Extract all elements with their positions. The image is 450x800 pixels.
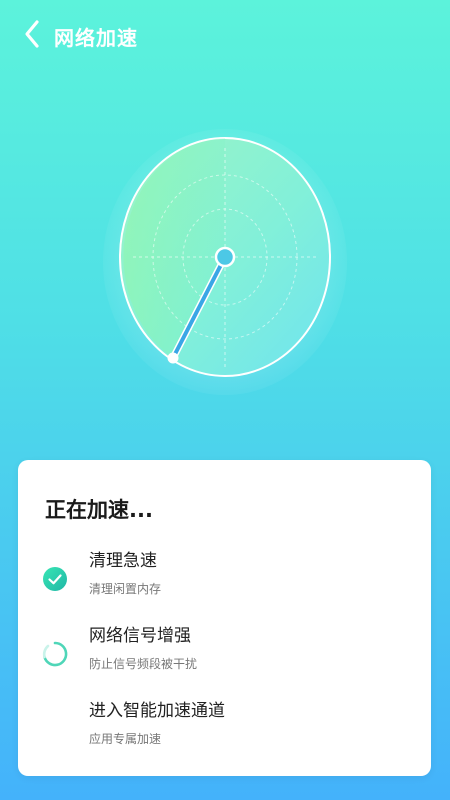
chevron-left-icon (25, 20, 39, 48)
step-title: 进入智能加速通道 (89, 701, 225, 721)
acceleration-card: 正在加速... 清理急速 清理闲置内存 网络信号增强 防止信号频段被干扰 进入智… (18, 460, 431, 776)
loading-spinner-icon (42, 641, 68, 667)
step-title: 网络信号增强 (89, 626, 191, 646)
page-title: 网络加速 (54, 26, 138, 50)
radar-graphic (103, 129, 347, 395)
step-item: 进入智能加速通道 应用专属加速 (18, 696, 431, 756)
step-subtitle: 应用专属加速 (89, 732, 162, 746)
step-item: 清理急速 清理闲置内存 (18, 546, 431, 606)
step-subtitle: 防止信号频段被干扰 (89, 657, 198, 671)
back-button[interactable] (18, 17, 46, 51)
step-subtitle: 清理闲置内存 (89, 582, 162, 596)
card-title: 正在加速... (45, 498, 153, 522)
step-title: 清理急速 (89, 551, 157, 571)
header: 网络加速 (0, 0, 450, 70)
check-circle-icon (43, 567, 67, 591)
radar-center-dot (214, 246, 236, 268)
radar-scanner (100, 118, 350, 408)
radar-tip-dot (167, 352, 179, 364)
step-item: 网络信号增强 防止信号频段被干扰 (18, 621, 431, 681)
